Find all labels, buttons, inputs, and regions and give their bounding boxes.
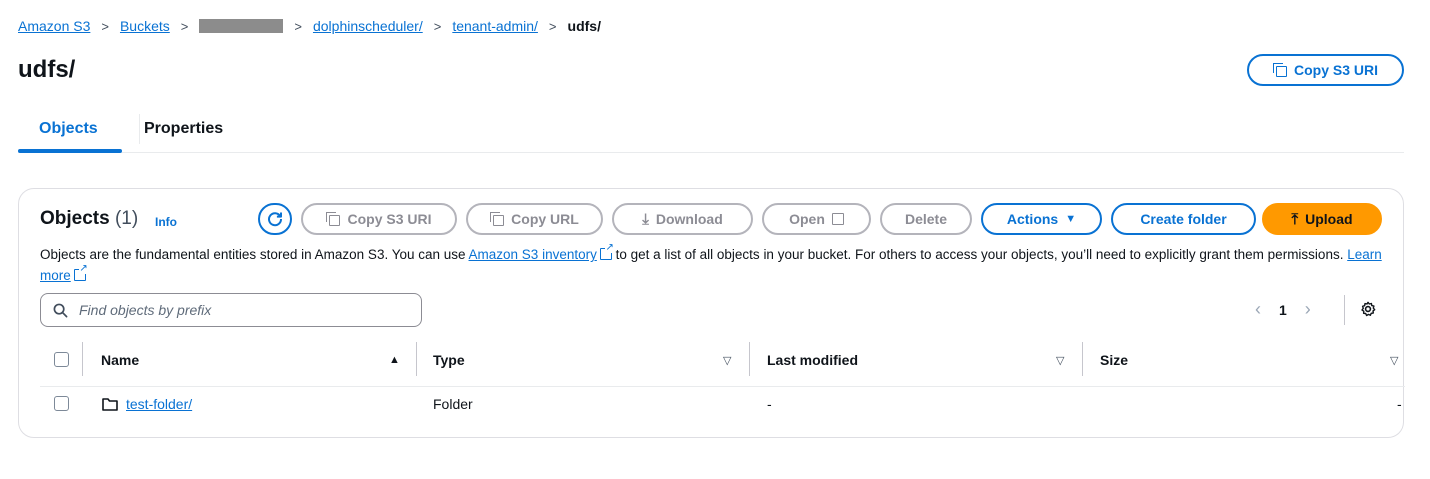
- refresh-icon: [268, 212, 283, 227]
- external-link-icon: [599, 243, 614, 260]
- chevron-right-icon: >: [294, 18, 302, 34]
- objects-panel-title: Objects (1): [40, 208, 138, 230]
- object-last-modified: -: [767, 396, 772, 412]
- tab-objects[interactable]: Objects: [39, 120, 98, 138]
- external-link-icon: [831, 213, 844, 225]
- objects-count: (1): [114, 208, 139, 229]
- breadcrumb-tenant-admin[interactable]: tenant-admin/: [452, 18, 538, 34]
- info-link[interactable]: Info: [155, 215, 177, 229]
- column-divider: [82, 342, 83, 376]
- previous-page-icon[interactable]: ‹: [1255, 299, 1261, 320]
- objects-description: Objects are the fundamental entities sto…: [40, 243, 1385, 286]
- upload-button[interactable]: ⤒ Upload: [1262, 203, 1382, 235]
- pagination: ‹ 1 ›: [1255, 299, 1311, 320]
- open-button[interactable]: Open: [762, 203, 871, 235]
- copy-icon: [1272, 63, 1287, 77]
- download-label: Download: [655, 211, 723, 227]
- column-header-type[interactable]: Type: [433, 352, 465, 368]
- column-header-size[interactable]: Size: [1100, 352, 1128, 368]
- chevron-right-icon: >: [433, 18, 442, 34]
- next-page-icon[interactable]: ›: [1305, 299, 1311, 320]
- select-all-checkbox[interactable]: [54, 352, 69, 367]
- download-button[interactable]: ⤓ Download: [612, 203, 753, 235]
- column-divider[interactable]: [1082, 342, 1083, 376]
- object-name-link[interactable]: test-folder/: [126, 396, 192, 412]
- tab-properties[interactable]: Properties: [144, 120, 223, 138]
- search-icon: [53, 303, 68, 317]
- chevron-right-icon: >: [101, 18, 109, 34]
- active-tab-indicator: [18, 149, 122, 153]
- sort-icon[interactable]: ▽: [1056, 354, 1064, 367]
- column-header-name[interactable]: Name: [101, 352, 139, 368]
- folder-icon: [102, 398, 118, 411]
- breadcrumb-amazon-s3[interactable]: Amazon S3: [18, 18, 90, 34]
- description-text-2: to get a list of all objects in your buc…: [611, 247, 1348, 262]
- tab-bar: Objects Properties: [18, 108, 1404, 153]
- actions-dropdown-button[interactable]: Actions ▼: [981, 203, 1102, 235]
- table-header-divider: [40, 386, 1405, 387]
- breadcrumb-dolphinscheduler[interactable]: dolphinscheduler/: [313, 18, 423, 34]
- breadcrumb-redacted-bucket[interactable]: [199, 19, 284, 33]
- row-checkbox[interactable]: [54, 396, 69, 411]
- amazon-s3-inventory-link[interactable]: Amazon S3 inventory: [469, 247, 597, 262]
- create-folder-label: Create folder: [1140, 211, 1227, 227]
- tab-divider: [139, 114, 140, 144]
- delete-label: Delete: [904, 211, 948, 227]
- copy-s3-uri-action-label: Copy S3 URI: [347, 211, 432, 227]
- breadcrumb: Amazon S3 > Buckets > > dolphinscheduler…: [18, 16, 601, 36]
- search-input[interactable]: [77, 301, 397, 319]
- refresh-button[interactable]: [258, 203, 292, 235]
- description-text-1: Objects are the fundamental entities sto…: [40, 247, 469, 262]
- caret-down-icon: ▼: [1065, 213, 1077, 225]
- actions-label: Actions: [1006, 211, 1059, 227]
- search-box: [40, 293, 422, 327]
- breadcrumb-current: udfs/: [567, 18, 601, 34]
- gear-icon[interactable]: [1360, 301, 1376, 317]
- copy-icon: [490, 212, 505, 226]
- objects-panel: Objects (1) Info Copy S3 URI Copy URL ⤓ …: [18, 188, 1405, 438]
- copy-url-label: Copy URL: [511, 211, 579, 227]
- upload-icon: ⤒: [1291, 210, 1299, 228]
- settings-divider: [1344, 295, 1345, 325]
- object-size: -: [1397, 396, 1402, 412]
- breadcrumb-buckets[interactable]: Buckets: [120, 18, 170, 34]
- open-label: Open: [789, 211, 825, 227]
- download-icon: ⤓: [642, 210, 649, 228]
- column-divider[interactable]: [749, 342, 750, 376]
- chevron-right-icon: >: [180, 18, 189, 34]
- chevron-right-icon: >: [548, 18, 557, 34]
- delete-button[interactable]: Delete: [880, 203, 972, 235]
- create-folder-button[interactable]: Create folder: [1111, 203, 1256, 235]
- column-header-last-modified[interactable]: Last modified: [767, 352, 858, 368]
- objects-title: Objects: [40, 208, 110, 229]
- copy-icon: [326, 212, 341, 226]
- copy-url-button[interactable]: Copy URL: [466, 203, 603, 235]
- copy-s3-uri-label: Copy S3 URI: [1293, 62, 1378, 78]
- current-page-number[interactable]: 1: [1279, 302, 1287, 318]
- page-title: udfs/: [18, 56, 76, 83]
- sort-ascending-icon[interactable]: ▲: [389, 354, 400, 366]
- copy-s3-uri-action-button[interactable]: Copy S3 URI: [301, 203, 457, 235]
- sort-icon[interactable]: ▽: [1390, 354, 1398, 367]
- sort-icon[interactable]: ▽: [723, 354, 731, 367]
- object-type: Folder: [433, 396, 473, 412]
- copy-s3-uri-button[interactable]: Copy S3 URI: [1247, 54, 1404, 86]
- external-link-icon: [73, 264, 88, 281]
- column-divider[interactable]: [416, 342, 417, 376]
- upload-label: Upload: [1305, 211, 1353, 227]
